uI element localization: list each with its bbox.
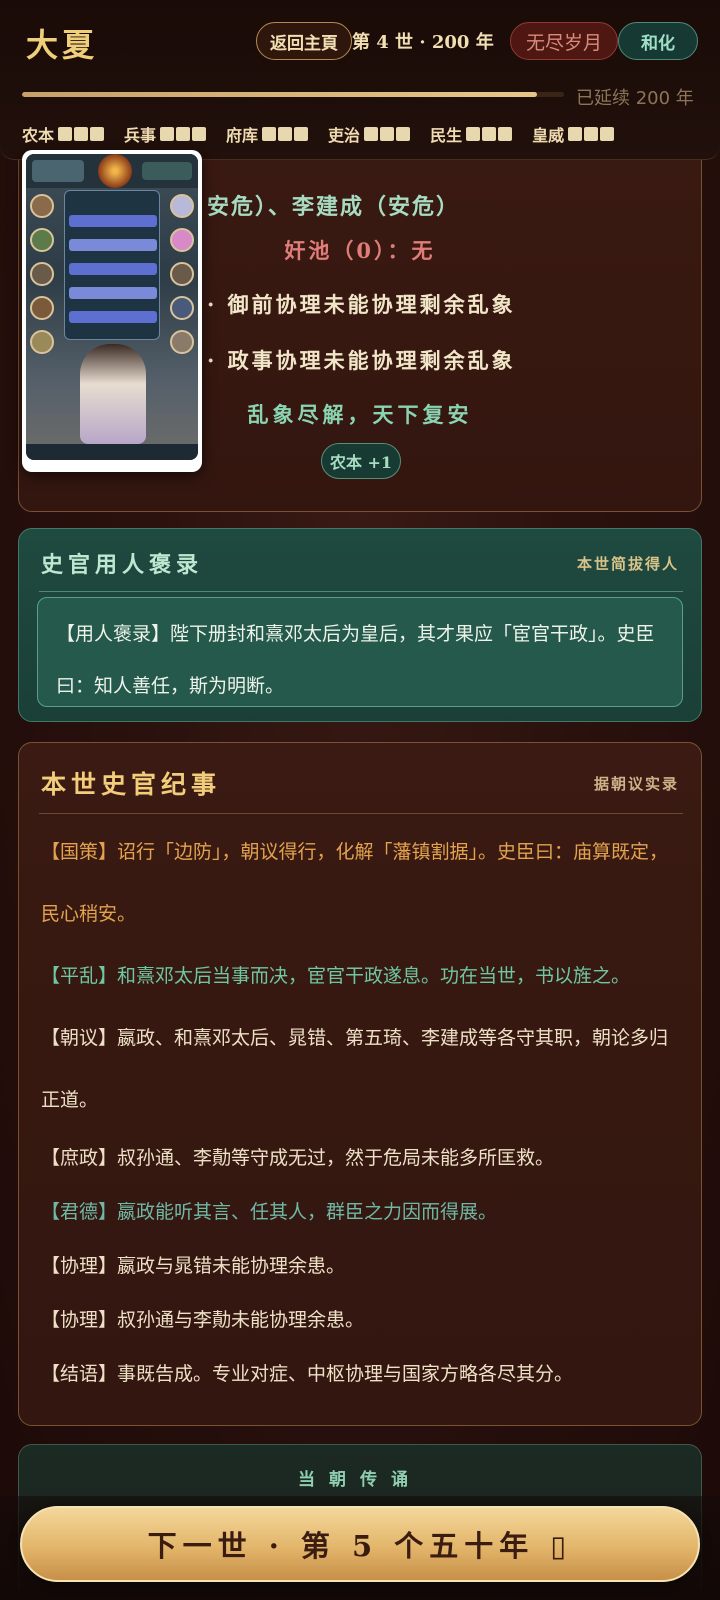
- stat-pip: [482, 127, 497, 141]
- stat-pip: [568, 127, 583, 141]
- imperial-coordination-line: · 御前协理未能协理剩余乱象: [207, 292, 516, 317]
- stats-bar: 农本 兵事 府库 吏治 民生 皇威: [22, 122, 615, 146]
- stat-pip: [278, 127, 293, 141]
- stat-administration: 吏治: [328, 122, 411, 146]
- stat-treasury: 府库: [226, 122, 309, 146]
- minister-status-line: 安危）、李建成（安危）: [207, 194, 461, 220]
- stat-imperial-authority: 皇威: [532, 122, 615, 146]
- recital-title: 当朝传诵: [298, 1470, 422, 1490]
- historian-chronicle-card: 本世史官纪事 据朝议实录 【国策】诏行「边防」，朝议得行，化解「藩镇割据」。史臣…: [18, 742, 702, 1426]
- chronicle-entry-coordination: 【协理】叔孙通与李勣未能协理余患。: [41, 1309, 365, 1331]
- historian-praise-card: 史官用人褒录 本世简拔得人 【用人褒录】陛下册封和熹邓太后为皇后，其才果应「宦官…: [18, 528, 702, 722]
- endless-years-button[interactable]: 无尽岁月: [510, 22, 618, 60]
- stat-pip: [396, 127, 411, 141]
- chronicle-entry-virtue: 【君德】嬴政能听其言、任其人，群臣之力因而得展。: [41, 1201, 498, 1223]
- chronicle-entry-conclusion: 【结语】事既告成。专业对症、中枢协理与国家方略各尽其分。: [41, 1363, 574, 1385]
- stat-pip: [176, 127, 191, 141]
- stat-label: 兵事: [124, 126, 157, 145]
- avatar: [170, 262, 194, 286]
- stat-agriculture: 农本: [22, 122, 105, 146]
- chronicle-subtitle: 据朝议实录: [593, 775, 679, 793]
- avatar: [30, 228, 54, 252]
- stat-pip: [364, 127, 379, 141]
- avatar: [170, 296, 194, 320]
- divider: [39, 813, 683, 814]
- stat-pip: [90, 127, 105, 141]
- stat-pip: [380, 127, 395, 141]
- thumbnail-image: [26, 154, 198, 460]
- crest-icon: [98, 154, 132, 188]
- divider: [39, 591, 683, 592]
- praise-subtitle: 本世简拔得人: [576, 555, 679, 573]
- generation-info: 第 4 世 · 200 年: [352, 32, 494, 53]
- stat-pip: [584, 127, 599, 141]
- dynasty-progress-bar: [22, 92, 564, 97]
- stat-pip: [466, 127, 481, 141]
- stat-pip: [58, 127, 73, 141]
- peace-button[interactable]: 和化: [618, 22, 698, 60]
- government-coordination-line: · 政事协理未能协理剩余乱象: [207, 348, 516, 373]
- stat-pip: [294, 127, 309, 141]
- chronicle-entry-policy: 【国策】诏行「边防」，朝议得行，化解「藩镇割据」。史臣曰：庙算既定，民心稍安。: [41, 841, 669, 925]
- stat-pip: [192, 127, 207, 141]
- chronicle-entry-coordination: 【协理】嬴政与晁错未能协理余患。: [41, 1255, 346, 1277]
- avatar: [30, 296, 54, 320]
- chat-panel: [64, 190, 160, 340]
- dynasty-title: 大夏: [26, 26, 99, 64]
- praise-text: 【用人褒录】陛下册封和熹邓太后为皇后，其才果应「宦官干政」。史臣曰：知人善任，斯…: [37, 597, 683, 707]
- chronicle-entry-court: 【朝议】嬴政、和熹邓太后、晁错、第五琦、李建成等各守其职，朝论多归正道。: [41, 1027, 669, 1111]
- avatar: [170, 228, 194, 252]
- avatar: [170, 330, 194, 354]
- avatar: [30, 194, 54, 218]
- chronicle-title: 本世史官纪事: [41, 770, 222, 799]
- stat-pip: [600, 127, 615, 141]
- character-figure: [80, 344, 146, 444]
- stat-pip: [74, 127, 89, 141]
- stat-military: 兵事: [124, 122, 207, 146]
- stat-label: 吏治: [328, 126, 361, 145]
- bottom-action-bar: 下一世 · 第 5 个五十年 ▯: [0, 1496, 720, 1600]
- praise-title: 史官用人褒录: [41, 552, 204, 578]
- home-button[interactable]: 返回主頁: [256, 22, 352, 60]
- stat-label: 皇威: [532, 126, 565, 145]
- stat-label: 农本: [22, 126, 55, 145]
- agriculture-gain-badge: 农本 +1: [321, 443, 401, 479]
- stat-pip: [160, 127, 175, 141]
- stat-label: 府库: [226, 126, 259, 145]
- screenshot-thumbnail[interactable]: [22, 150, 202, 472]
- avatar: [170, 194, 194, 218]
- chronicle-entry-pacify: 【平乱】和熹邓太后当事而决，宦官干政遂息。功在当世，书以旌之。: [41, 965, 631, 987]
- avatar: [30, 262, 54, 286]
- progress-text: 已延续 200 年: [576, 88, 694, 109]
- top-header: 大夏 返回主頁 第 4 世 · 200 年 无尽岁月 和化 已延续 200 年 …: [0, 0, 720, 160]
- next-generation-button[interactable]: 下一世 · 第 5 个五十年 ▯: [20, 1506, 700, 1582]
- stat-pip: [262, 127, 277, 141]
- stat-label: 民生: [430, 126, 463, 145]
- chronicle-entries: 【国策】诏行「边防」，朝议得行，化解「藩镇割据」。史臣曰：庙算既定，民心稍安。 …: [41, 821, 683, 1401]
- stat-pip: [498, 127, 513, 141]
- chronicle-entry-affairs: 【庶政】叔孙通、李勣等守成无过，然于危局未能多所匡救。: [41, 1147, 555, 1169]
- avatar: [30, 330, 54, 354]
- progress-fill: [22, 92, 537, 97]
- stat-livelihood: 民生: [430, 122, 513, 146]
